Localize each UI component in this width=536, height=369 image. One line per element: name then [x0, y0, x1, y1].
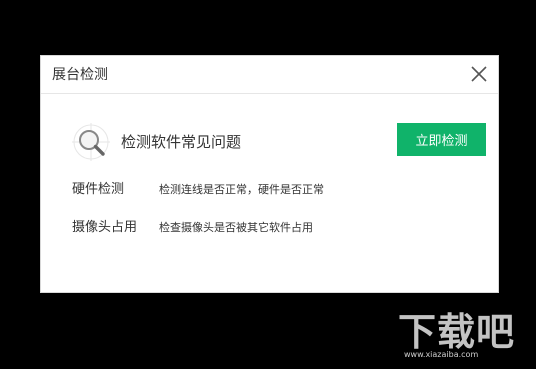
- check-title: 检测软件常见问题: [121, 133, 242, 151]
- check-item-description: 检查摄像头是否被其它软件占用: [159, 221, 313, 234]
- close-button[interactable]: [468, 63, 490, 85]
- magnifier-crosshair-icon: [72, 123, 110, 161]
- watermark-logo: 下载吧: [398, 310, 516, 354]
- dialog-title: 展台检测: [52, 67, 108, 83]
- close-icon: [471, 66, 487, 82]
- dialog-titlebar: 展台检测: [41, 56, 498, 94]
- check-item-label: 硬件检测: [72, 182, 125, 197]
- check-item-camera: 摄像头占用 检查摄像头是否被其它软件占用: [72, 219, 472, 237]
- detection-dialog: 展台检测 检测软件常见问题 立即检测 硬件检测 检测连线是否正常，硬件是否正常 …: [40, 55, 499, 293]
- start-check-button[interactable]: 立即检测: [397, 123, 486, 156]
- check-item-description: 检测连线是否正常，硬件是否正常: [159, 183, 324, 196]
- check-item-hardware: 硬件检测 检测连线是否正常，硬件是否正常: [72, 181, 472, 199]
- check-item-label: 摄像头占用: [72, 220, 138, 235]
- watermark: 下载吧 www.xiazaiba.com: [398, 310, 532, 362]
- watermark-url: www.xiazaiba.com: [404, 350, 479, 359]
